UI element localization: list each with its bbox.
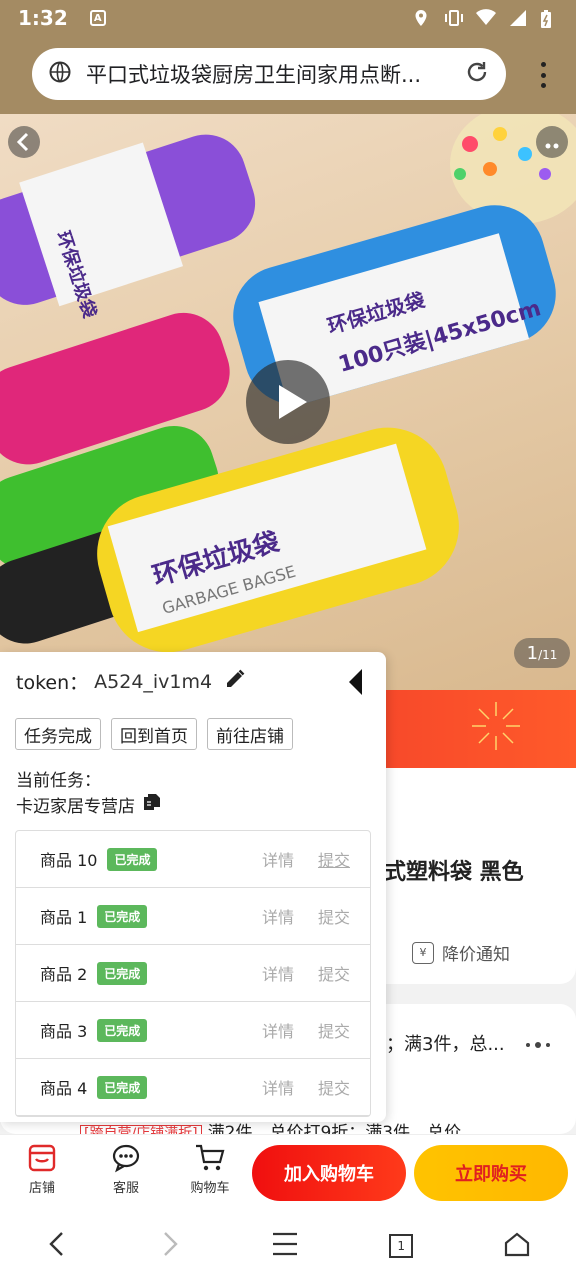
submit-link[interactable]: 提交 [318, 904, 350, 928]
submit-link[interactable]: 提交 [318, 1075, 350, 1099]
tabs-icon[interactable]: 1 [388, 1233, 414, 1259]
store-label: 店铺 [28, 1181, 55, 1196]
wifi-icon [476, 9, 496, 27]
task-item-name: 商品 3 [40, 1022, 88, 1041]
price-alert-label: 降价通知 [442, 945, 510, 965]
task-item-row: 商品 3 已完成 详情 提交 [16, 1002, 370, 1059]
home-icon[interactable] [503, 1231, 531, 1261]
firework-icon [472, 702, 520, 750]
token-row: token： A524_iv1m4 [16, 668, 246, 695]
task-item-row: 商品 1 已完成 详情 提交 [16, 888, 370, 945]
back-home-button[interactable]: 回到首页 [111, 718, 197, 750]
detail-link[interactable]: 详情 [262, 847, 294, 871]
image-counter: 1 /11 [514, 638, 570, 668]
product-title: 式塑料袋 黑色 [384, 860, 524, 885]
promotion-text: ；满3件，总... [386, 1034, 505, 1055]
detail-link[interactable]: 详情 [262, 904, 294, 928]
status-bar: 1:32 A [0, 0, 576, 36]
customer-service-label: 客服 [112, 1181, 139, 1196]
task-item-row: 商品 2 已完成 详情 提交 [16, 945, 370, 1002]
price-alert-button[interactable]: ¥ 降价通知 [412, 940, 510, 965]
detail-link[interactable]: 详情 [262, 1018, 294, 1042]
task-item-name: 商品 2 [40, 965, 88, 984]
more-dots-icon[interactable] [526, 1042, 550, 1048]
task-store-name: 卡迈家居专营店 [16, 797, 135, 817]
task-item-row: 商品 4 已完成 详情 提交 [16, 1059, 370, 1116]
status-time: 1:32 [18, 6, 68, 30]
copy-icon[interactable] [143, 793, 161, 816]
url-text: 平口式垃圾袋厨房卫生间家用点断... [86, 63, 422, 87]
status-badge: 已完成 [97, 961, 148, 985]
current-task-store: 卡迈家居专营店 [16, 792, 161, 817]
url-bar[interactable]: 平口式垃圾袋厨房卫生间家用点断... [32, 48, 506, 100]
status-badge: 已完成 [107, 847, 158, 871]
forward-icon[interactable] [158, 1230, 182, 1262]
task-panel: token： A524_iv1m4 任务完成 回到首页 前往店铺 当前任务： 卡… [0, 652, 386, 1122]
product-image[interactable]: 环保垃圾袋 100只装|45x50cm 环保垃圾袋 环保垃圾袋 GARBAGE … [0, 114, 576, 690]
browser-menu-icon[interactable] [540, 62, 546, 88]
status-badge: 已完成 [97, 904, 148, 928]
cart-label: 购物车 [190, 1181, 230, 1196]
tabs-count: 1 [397, 1239, 405, 1253]
image-counter-total: /11 [538, 648, 558, 662]
cart-button[interactable]: 购物车 [180, 1143, 240, 1205]
customer-service-button[interactable]: 客服 [96, 1143, 156, 1205]
status-badge: 已完成 [97, 1018, 148, 1042]
action-bar: 店铺 客服 购物车 加入购物车 立即购买 [0, 1134, 576, 1212]
token-value: A524_iv1m4 [94, 670, 213, 693]
task-item-name: 商品 1 [40, 908, 88, 927]
image-more-icon[interactable] [536, 126, 568, 158]
store-icon [28, 1144, 56, 1172]
go-store-button[interactable]: 前往店铺 [207, 718, 293, 750]
globe-icon [48, 60, 72, 88]
add-to-cart-button[interactable]: 加入购物车 [252, 1145, 406, 1201]
collapse-panel-icon[interactable] [348, 668, 364, 700]
task-item-name: 商品 10 [40, 851, 98, 870]
submit-link[interactable]: 提交 [318, 1018, 350, 1042]
play-video-icon[interactable] [246, 360, 330, 444]
image-counter-current: 1 [526, 642, 539, 664]
location-icon [412, 9, 430, 27]
battery-icon [540, 9, 558, 28]
task-complete-button[interactable]: 任务完成 [15, 718, 101, 750]
back-icon[interactable] [45, 1230, 69, 1262]
vibrate-icon [444, 9, 463, 27]
menu-icon[interactable] [271, 1231, 299, 1261]
system-nav-bar: 1 [0, 1212, 576, 1280]
token-label: token： [16, 672, 89, 694]
task-item-name: 商品 4 [40, 1079, 88, 1098]
submit-link[interactable]: 提交 [318, 847, 350, 871]
status-badge: 已完成 [97, 1075, 148, 1099]
submit-link[interactable]: 提交 [318, 961, 350, 985]
cart-icon [196, 1144, 225, 1171]
price-tag-icon: ¥ [412, 941, 434, 964]
task-item-list: 商品 10 已完成 详情 提交 商品 1 已完成 详情 提交 商品 2 已完成 … [15, 830, 371, 1117]
detail-link[interactable]: 详情 [262, 961, 294, 985]
detail-link[interactable]: 详情 [262, 1075, 294, 1099]
task-item-row: 商品 10 已完成 详情 提交 [16, 831, 370, 888]
reload-icon[interactable] [464, 59, 490, 89]
signal-icon [508, 9, 526, 27]
panel-actions: 任务完成 回到首页 前往店铺 [15, 718, 293, 750]
buy-now-button[interactable]: 立即购买 [414, 1145, 568, 1201]
browser-toolbar: 平口式垃圾袋厨房卫生间家用点断... [0, 36, 576, 114]
status-icons [412, 9, 558, 28]
store-button[interactable]: 店铺 [12, 1143, 72, 1205]
notification-a-icon: A [89, 10, 106, 26]
customer-service-icon [112, 1144, 140, 1173]
image-back-icon[interactable] [8, 126, 40, 158]
edit-icon[interactable] [224, 668, 246, 695]
current-task-label: 当前任务： [16, 771, 101, 791]
